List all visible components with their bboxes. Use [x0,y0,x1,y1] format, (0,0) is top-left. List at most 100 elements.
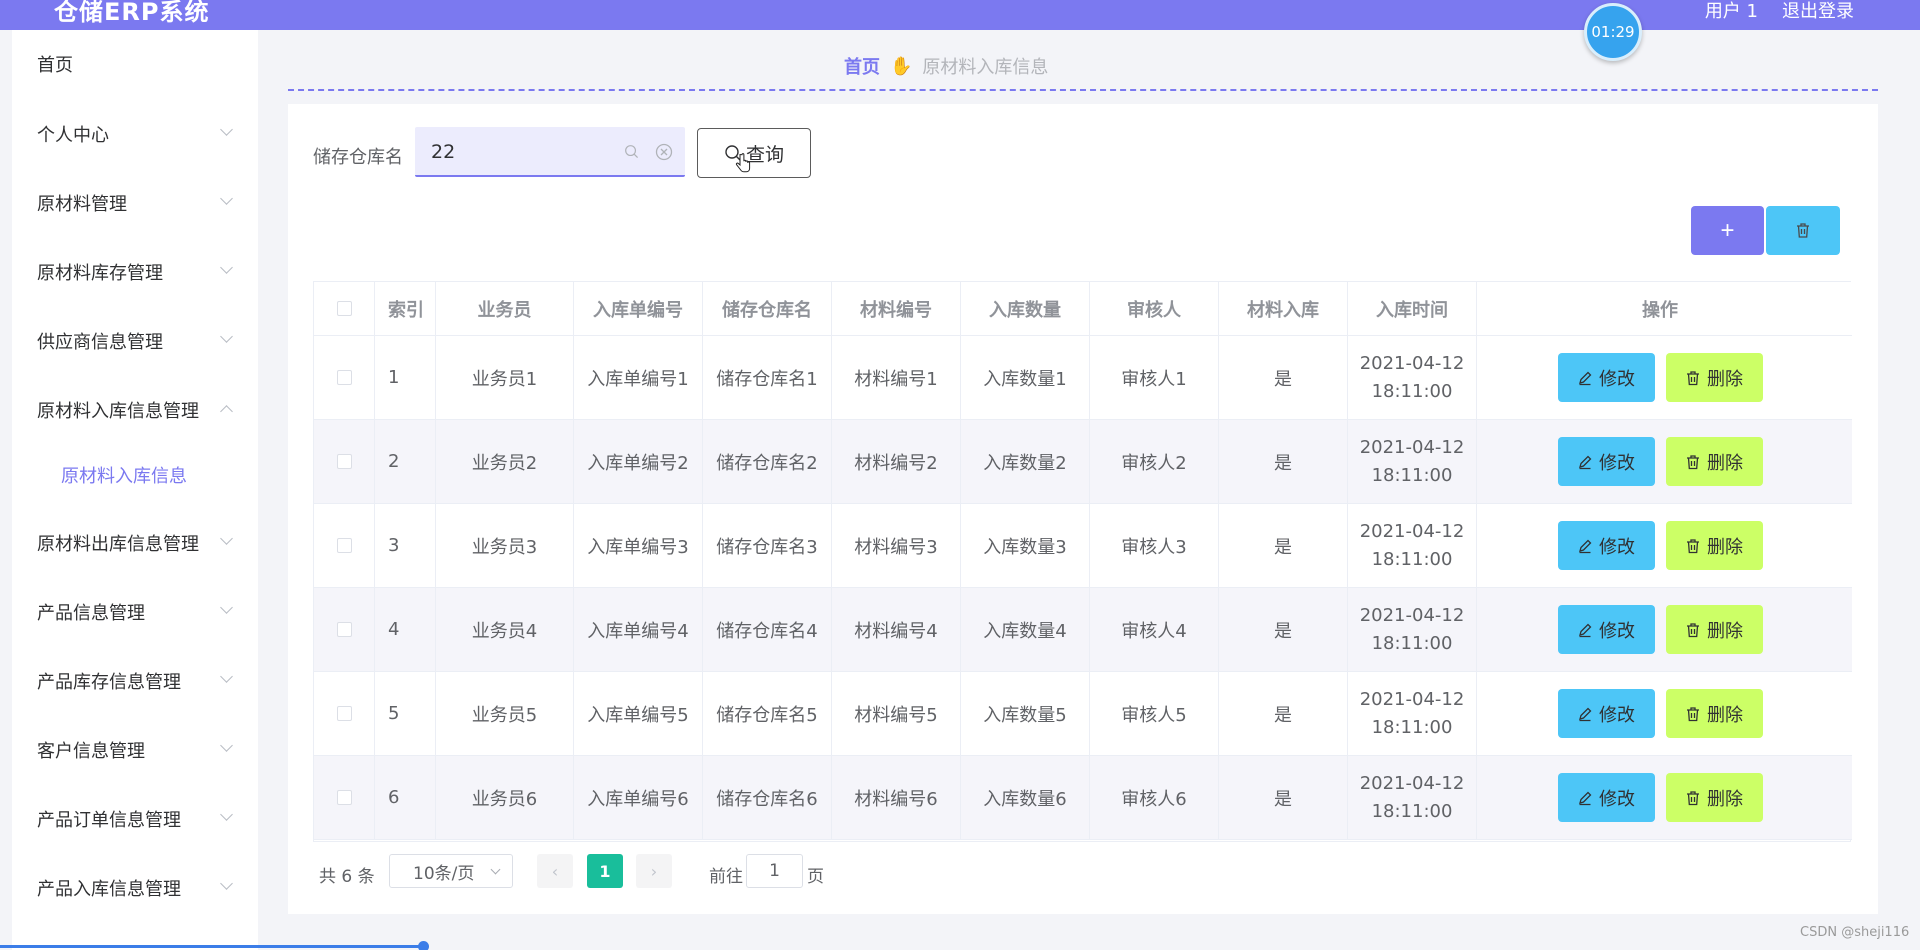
edit-icon [1579,707,1592,721]
sidebar-item-label: 原材料入库信息管理 [37,401,199,422]
sidebar-item-raw-inbound[interactable]: 原材料入库信息管理 [12,390,258,430]
sidebar: 首页 个人中心 原材料管理 原材料库存管理 供应商信息管理 原材料入库信息管理 … [12,30,258,950]
sidebar-item-label: 原材料出库信息管理 [37,534,199,555]
timer-badge[interactable]: 01:29 [1584,3,1642,61]
breadcrumb-current: 原材料入库信息 [922,57,1049,78]
delete-button-label: 删除 [1707,368,1743,390]
delete-button[interactable]: 删除 [1665,521,1763,570]
cell-stocked: 是 [1219,756,1348,839]
page-number[interactable]: 1 [587,854,623,888]
cell-index: 5 [375,672,436,755]
cell-quantity: 入库数量4 [961,588,1090,671]
query-button[interactable]: 查询 [697,128,811,178]
sidebar-item-product-stock[interactable]: 产品库存信息管理 [12,661,258,701]
trash-icon [1687,706,1699,721]
sidebar-item-customer[interactable]: 客户信息管理 [12,730,258,770]
search-icon [625,145,639,159]
row-checkbox[interactable] [336,706,352,721]
sidebar-item-label: 产品库存信息管理 [37,672,181,693]
add-button[interactable]: + [1691,206,1764,255]
sidebar-item-product[interactable]: 产品信息管理 [12,592,258,632]
sidebar-item-product-inbound[interactable]: 产品入库信息管理 [12,868,258,908]
chevron-down-icon [220,739,233,752]
sidebar-subitem-raw-inbound-info[interactable]: 原材料入库信息 [12,455,258,495]
edit-button[interactable]: 修改 [1557,689,1655,738]
edit-icon [1579,791,1592,805]
user-name[interactable]: 用户 1 [1705,0,1758,23]
cell-actions: 修改 删除 [1477,420,1843,503]
row-checkbox[interactable] [336,538,352,553]
app-title: 仓储ERP系统 [54,0,210,26]
sidebar-item-label: 产品入库信息管理 [37,879,181,900]
edit-icon [1579,455,1592,469]
chevron-up-icon [220,405,233,418]
page-size-select[interactable]: 10条/页 [389,854,513,888]
cell-order-no: 入库单编号4 [574,588,703,671]
sidebar-item-supplier[interactable]: 供应商信息管理 [12,321,258,361]
next-page-button[interactable]: › [636,854,672,888]
breadcrumb-home[interactable]: 首页 [844,53,880,79]
delete-button[interactable]: 删除 [1665,689,1763,738]
edit-button[interactable]: 修改 [1557,521,1655,570]
edit-button-label: 修改 [1599,620,1635,642]
row-checkbox[interactable] [336,370,352,385]
chevron-left-icon: ‹ [551,861,559,881]
row-checkbox[interactable] [336,622,352,637]
clear-icon[interactable] [655,143,673,161]
cell-stocked: 是 [1219,336,1348,419]
cell-staff: 业务员2 [436,420,574,503]
cell-actions: 修改 删除 [1477,336,1843,419]
delete-button-label: 删除 [1707,536,1743,558]
sidebar-item-personal-center[interactable]: 个人中心 [12,114,258,154]
cell-staff: 业务员4 [436,588,574,671]
chevron-down-icon [220,670,233,683]
cell-material-no: 材料编号1 [832,336,961,419]
cell-warehouse: 储存仓库名3 [703,504,832,587]
edit-icon [1579,539,1592,553]
delete-button[interactable]: 删除 [1665,773,1763,822]
select-all-checkbox[interactable] [336,301,352,316]
sidebar-item-home[interactable]: 首页 [12,44,258,84]
trash-icon [1797,223,1809,238]
sidebar-item-raw-outbound[interactable]: 原材料出库信息管理 [12,523,258,563]
sidebar-item-product-order[interactable]: 产品订单信息管理 [12,799,258,839]
goto-page-input[interactable] [746,854,803,888]
cell-reviewer: 审核人2 [1090,420,1219,503]
prev-page-button[interactable]: ‹ [537,854,573,888]
edit-button-label: 修改 [1599,368,1635,390]
cell-time: 2021-04-12 18:11:00 [1348,504,1477,587]
chevron-down-icon [490,864,501,875]
logout-link[interactable]: 退出登录 [1782,0,1854,23]
sidebar-item-raw-material[interactable]: 原材料管理 [12,183,258,223]
chevron-down-icon [220,123,233,136]
edit-button[interactable]: 修改 [1557,353,1655,402]
cell-reviewer: 审核人4 [1090,588,1219,671]
table-row: 6 业务员6 入库单编号6 储存仓库名6 材料编号6 入库数量6 审核人6 是 2021-04-… [314,756,1852,840]
sidebar-item-label: 供应商信息管理 [37,332,163,353]
column-header: 储存仓库名 [703,282,832,335]
batch-delete-button[interactable] [1766,206,1840,255]
cell-order-no: 入库单编号2 [574,420,703,503]
column-header: 业务员 [436,282,574,335]
edit-button[interactable]: 修改 [1557,437,1655,486]
chevron-right-icon: › [650,861,658,881]
cell-reviewer: 审核人1 [1090,336,1219,419]
trash-icon [1687,538,1699,553]
edit-button[interactable]: 修改 [1557,773,1655,822]
cell-warehouse: 储存仓库名5 [703,672,832,755]
cell-date-text: 2021-04-12 [1359,352,1465,374]
edit-icon [1579,371,1592,385]
delete-button-label: 删除 [1707,620,1743,642]
row-checkbox[interactable] [336,454,352,469]
sidebar-item-label: 首页 [37,55,73,76]
cell-order-no: 入库单编号5 [574,672,703,755]
sidebar-item-raw-stock[interactable]: 原材料库存管理 [12,252,258,292]
cell-index: 4 [375,588,436,671]
search-input[interactable] [431,139,621,165]
delete-button[interactable]: 删除 [1665,353,1763,402]
edit-button[interactable]: 修改 [1557,605,1655,654]
cell-quantity: 入库数量6 [961,756,1090,839]
row-checkbox[interactable] [336,790,352,805]
delete-button[interactable]: 删除 [1665,437,1763,486]
delete-button[interactable]: 删除 [1665,605,1763,654]
